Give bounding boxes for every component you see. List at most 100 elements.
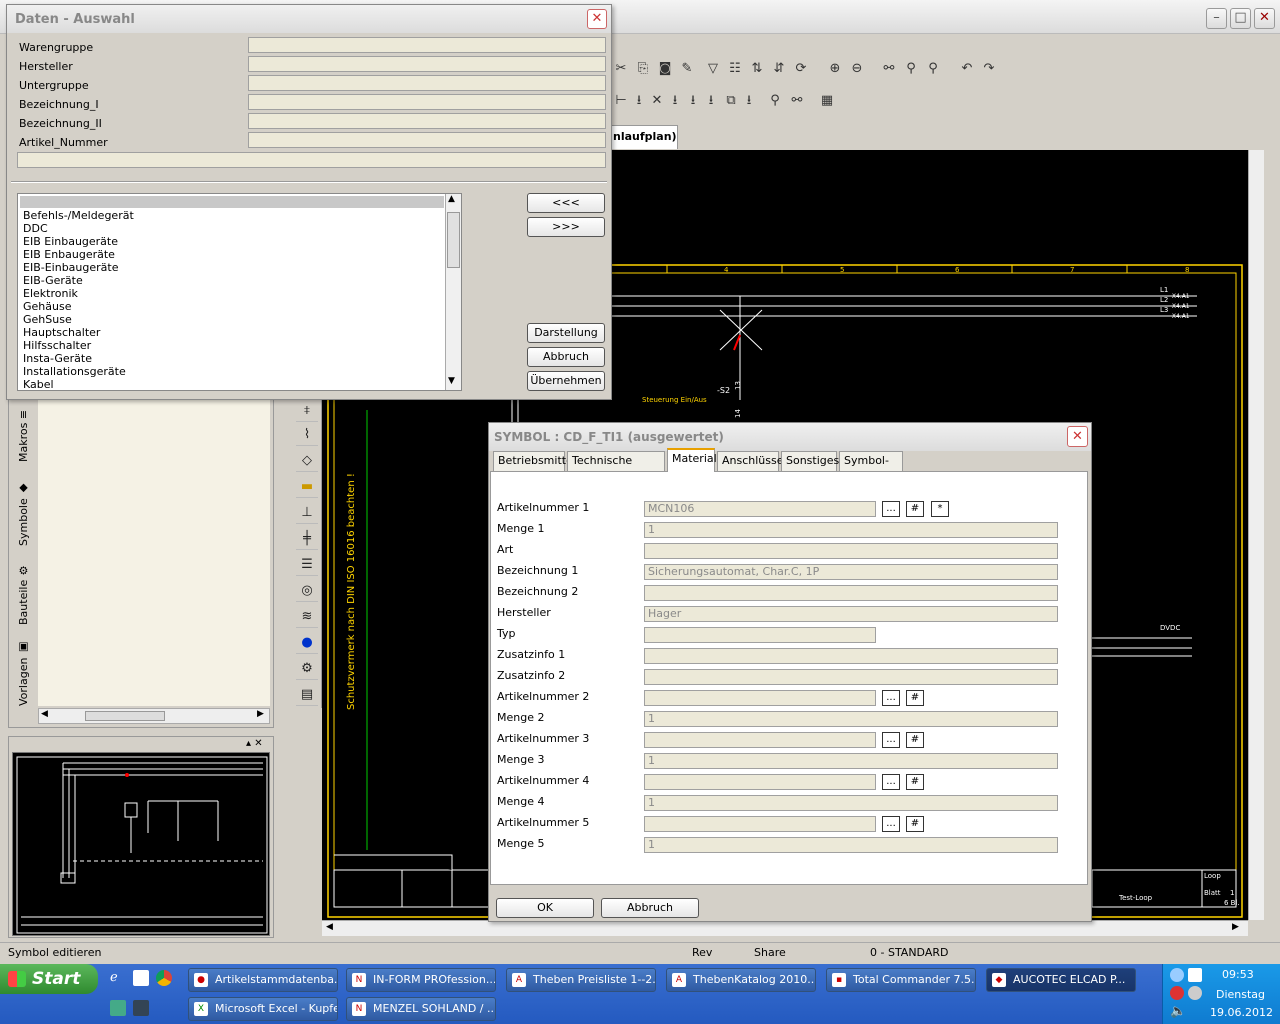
bezeichnung-1-sym-field[interactable]: Sicherungsautomat, Char.C, 1P [644, 564, 1058, 580]
taskbar-item-inform[interactable]: N IN-FORM PROfession... [346, 968, 496, 992]
bezeichnung-1-field[interactable] [248, 94, 606, 110]
down4-icon[interactable]: ⭳ [740, 92, 758, 110]
gear-icon[interactable]: ⚙ [296, 658, 318, 680]
pages-icon[interactable]: ⧉ [722, 92, 740, 110]
insert-icon[interactable]: ⊢ [612, 92, 630, 110]
search-icon[interactable]: ⚲ [766, 92, 784, 110]
taskbar-item-excel[interactable]: X Microsoft Excel - Kupfer [188, 997, 338, 1021]
filter-icon[interactable]: ▽ [704, 60, 722, 78]
zoom-in-icon[interactable]: ⊕ [826, 60, 844, 78]
tab-vorlagen[interactable]: Vorlagen ▣ [12, 636, 36, 712]
fuse-icon[interactable]: ▬ [296, 476, 318, 498]
next-button[interactable]: >>> [527, 217, 605, 237]
artikelnummer-4-hash-button[interactable]: # [906, 774, 924, 790]
artikelnummer-5-field[interactable] [644, 816, 876, 832]
tray-alert-icon[interactable] [1170, 986, 1184, 1000]
symbol-close-button[interactable]: ✕ [1067, 426, 1088, 447]
refresh-icon[interactable]: ⟳ [792, 60, 810, 78]
artikelnummer-4-browse-button[interactable]: ... [882, 774, 900, 790]
darstellung-button[interactable]: Darstellung [527, 323, 605, 343]
typ-field[interactable] [644, 627, 876, 643]
list-selected-row[interactable] [20, 196, 444, 208]
canvas-vscrollbar[interactable] [1248, 150, 1264, 920]
ok-button[interactable]: OK [496, 898, 594, 918]
download-icon[interactable]: ⭳ [630, 92, 648, 110]
bezeichnung-2-field[interactable] [248, 113, 606, 129]
menge-4-field[interactable]: 1 [644, 795, 1058, 811]
warengruppe-field[interactable] [248, 37, 606, 53]
artikelnummer-2-browse-button[interactable]: ... [882, 690, 900, 706]
menge-2-field[interactable]: 1 [644, 711, 1058, 727]
hersteller-field[interactable] [248, 56, 606, 72]
prev-button[interactable]: <<< [527, 193, 605, 213]
edit-icon[interactable]: ✎ [678, 60, 696, 78]
node-icon[interactable]: ◇ [296, 450, 318, 472]
list-item[interactable]: Hauptschalter [20, 326, 444, 339]
list-item[interactable]: Befehls-/Meldegerät [20, 209, 444, 222]
tab-technische-daten[interactable]: Technische Daten [567, 451, 665, 485]
list-item[interactable]: Elektronik [20, 287, 444, 300]
dotnet-icon[interactable]: ● [296, 632, 318, 654]
warengruppe-list[interactable]: Befehls-/Meldegerät DDC EIB Einbaugeräte… [17, 193, 462, 391]
tray-volume-icon[interactable]: 🔈 [1170, 1004, 1186, 1019]
artikelnummer-4-field[interactable] [644, 774, 876, 790]
list-item[interactable]: Insta-Geräte [20, 352, 444, 365]
artikelnummer-1-field[interactable]: MCN106 [644, 501, 876, 517]
quicklaunch-excel-icon[interactable] [110, 1000, 126, 1016]
busbar-icon[interactable]: ☰ [296, 554, 318, 576]
artikel-nummer-field[interactable] [248, 132, 606, 148]
scroll-right-icon[interactable]: ▶ [257, 709, 264, 719]
uebernehmen-button[interactable]: Übernehmen [527, 371, 605, 391]
tab-makros[interactable]: Makros ≡ [12, 400, 36, 472]
artikelnummer-5-hash-button[interactable]: # [906, 816, 924, 832]
artikelnummer-1-star-button[interactable]: * [931, 501, 949, 517]
cut-icon[interactable]: ✂ [612, 60, 630, 78]
wave-icon[interactable]: ≋ [296, 606, 318, 628]
start-button[interactable]: Start [0, 964, 98, 994]
scroll-thumb[interactable] [85, 711, 165, 721]
tab-anschluesse[interactable]: Anschlüsse [717, 451, 784, 471]
daten-close-button[interactable]: ✕ [587, 9, 607, 29]
zoom-out-icon[interactable]: ⊖ [848, 60, 866, 78]
art-field[interactable] [644, 543, 1058, 559]
taskbar-item-aucotec[interactable]: ◆ AUCOTEC ELCAD P... [986, 968, 1136, 992]
list-item[interactable]: EIB Einbaugeräte [20, 235, 444, 248]
tab-symbole[interactable]: Symbole ◆ [12, 478, 36, 550]
hersteller-sym-field[interactable]: Hager [644, 606, 1058, 622]
diode-icon[interactable]: ⊥ [296, 502, 318, 524]
taskbar-item-theben-katalog[interactable]: A ThebenKatalog 2010... [666, 968, 816, 992]
list-item[interactable]: EIB-Geräte [20, 274, 444, 287]
menge-1-field[interactable]: 1 [644, 522, 1058, 538]
down2-icon[interactable]: ⭳ [684, 92, 702, 110]
hscroll-left-icon[interactable]: ◀ [326, 922, 333, 932]
list-vscrollbar[interactable]: ▲ ▼ [445, 194, 461, 390]
artikelnummer-2-hash-button[interactable]: # [906, 690, 924, 706]
artikelnummer-1-hash-button[interactable]: # [906, 501, 924, 517]
tab-symbol-info[interactable]: Symbol-Info [839, 451, 903, 485]
tab-bauteile[interactable]: Bauteile ⚙ [12, 558, 36, 630]
tray-network-icon[interactable] [1170, 968, 1184, 982]
quicklaunch-ie-icon[interactable]: ℯ [110, 970, 126, 986]
artikelnummer-3-browse-button[interactable]: ... [882, 732, 900, 748]
close-button[interactable]: ✕ [1254, 8, 1275, 29]
binoculars-icon[interactable]: ⚯ [880, 60, 898, 78]
preview-canvas[interactable] [12, 752, 270, 936]
menge-5-field[interactable]: 1 [644, 837, 1058, 853]
symbol-abbruch-button[interactable]: Abbruch [601, 898, 699, 918]
list-item[interactable]: EIB-Einbaugeräte [20, 261, 444, 274]
list-item[interactable]: EIB Enbaugeräte [20, 248, 444, 261]
tray-app-icon[interactable] [1188, 968, 1202, 982]
quicklaunch-app-icon[interactable] [133, 970, 149, 986]
tab-sonstiges[interactable]: Sonstiges [781, 451, 839, 471]
copy-icon[interactable]: ⎘ [634, 60, 652, 78]
artikelnummer-2-field[interactable] [644, 690, 876, 706]
coil-icon[interactable]: ⌇ [296, 424, 318, 446]
hscroll-right-icon[interactable]: ▶ [1232, 922, 1239, 932]
capacitor-icon[interactable]: ╪ [296, 528, 318, 550]
artikelnummer-3-hash-button[interactable]: # [906, 732, 924, 748]
tab-betriebsmittel[interactable]: Betriebsmittel [493, 451, 576, 471]
delete-icon[interactable]: ✕ [648, 92, 666, 110]
zusatzinfo-1-field[interactable] [644, 648, 1058, 664]
preview-controls[interactable]: ▴ ✕ [246, 738, 263, 749]
untergruppe-field[interactable] [248, 75, 606, 91]
